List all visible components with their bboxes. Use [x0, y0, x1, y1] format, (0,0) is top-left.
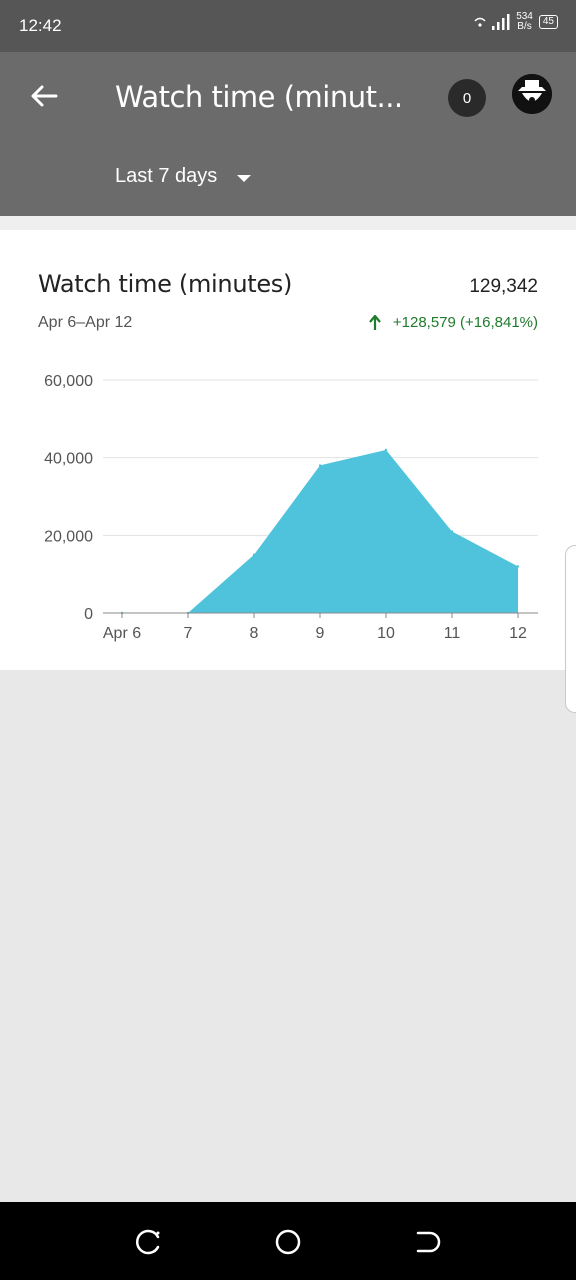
home-icon: [275, 1229, 301, 1255]
delta-value: +128,579 (+16,841%): [392, 314, 538, 331]
back-nav-button[interactable]: [412, 1226, 444, 1258]
data-point: [516, 565, 520, 568]
date-range-label: Last 7 days: [115, 165, 218, 187]
data-point: [384, 448, 388, 452]
card-title: Watch time (minutes): [38, 270, 293, 298]
page-title: Watch time (minut...: [115, 80, 403, 114]
x-tick-label: 11: [444, 625, 461, 642]
x-tick-label: 9: [316, 625, 325, 642]
wifi-icon: [474, 17, 486, 27]
signal-icon: [492, 14, 510, 30]
net-speed-unit: B/s: [517, 21, 532, 32]
data-point: [252, 553, 256, 556]
dropdown-caret-icon: [237, 174, 252, 182]
recents-icon: [135, 1229, 160, 1255]
edge-panel-handle[interactable]: [565, 545, 576, 713]
x-tick-label: 7: [184, 625, 193, 642]
y-tick-label: 40,000: [44, 451, 93, 468]
watch-time-card: Watch time (minutes) 129,342 Apr 6–Apr 1…: [0, 230, 576, 670]
y-tick-label: 20,000: [44, 528, 93, 545]
up-arrow-icon: [369, 314, 381, 330]
net-speed: 534 B/s: [516, 12, 533, 32]
x-tick-label: Apr 6: [103, 625, 141, 642]
status-bar: 12:42 534 B/s 45: [0, 0, 576, 52]
back-icon: [416, 1231, 441, 1253]
date-range-dropdown[interactable]: Last 7 days: [115, 165, 252, 188]
notification-badge[interactable]: 0: [448, 79, 486, 117]
home-button[interactable]: [272, 1226, 304, 1258]
card-delta: +128,579 (+16,841%): [369, 314, 538, 331]
back-button[interactable]: [28, 82, 60, 110]
watch-time-chart: 0 20,000 40,000 60,000 Apr 6 7 8 9 10 11 12: [44, 373, 538, 642]
area-series: [122, 449, 518, 613]
data-point: [450, 530, 454, 533]
card-total: 129,342: [469, 276, 538, 297]
app-bar: Watch time (minut... 0 Last 7 days: [0, 52, 576, 216]
x-tick-label: 12: [509, 625, 527, 642]
x-tick-label: 8: [250, 625, 259, 642]
divider-band: [0, 216, 576, 230]
avatar-icon: [512, 74, 552, 114]
y-tick-label: 60,000: [44, 373, 93, 390]
y-tick-label: 0: [84, 606, 93, 623]
card-period: Apr 6–Apr 12: [38, 314, 133, 331]
status-icons: 534 B/s 45: [474, 12, 558, 32]
navigation-bar: [0, 1202, 576, 1280]
x-tick-label: 10: [377, 625, 395, 642]
battery-icon: 45: [538, 15, 558, 29]
status-time: 12:42: [19, 16, 62, 35]
back-arrow-icon: [31, 85, 58, 107]
avatar[interactable]: [512, 74, 552, 114]
data-point: [318, 464, 322, 467]
recents-button[interactable]: [132, 1226, 164, 1258]
